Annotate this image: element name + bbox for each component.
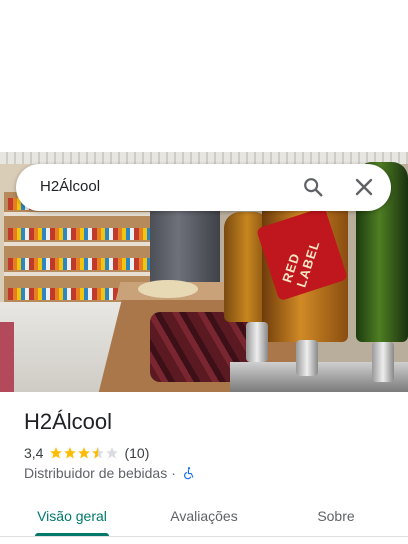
tab-reviews[interactable]: Avaliações (156, 496, 252, 536)
separator-dot: · (171, 465, 176, 481)
search-icon[interactable] (302, 176, 324, 198)
search-query[interactable]: H2Álcool (40, 178, 100, 195)
rating-row[interactable]: 3,4 (10) (24, 445, 149, 461)
tab-bar: Visão geral Avaliações Sobre (0, 496, 408, 544)
category-row: Distribuidor de bebidas · (24, 465, 196, 481)
wheelchair-accessible-icon[interactable] (182, 466, 196, 480)
photo-shelf (4, 212, 154, 216)
blank-top-area (0, 0, 408, 152)
star-half-icon (92, 447, 105, 459)
tab-overview[interactable]: Visão geral (24, 496, 120, 536)
star-icon (50, 447, 63, 459)
close-icon[interactable] (354, 177, 374, 197)
tab-divider (0, 536, 408, 537)
photo-pink-box (0, 322, 14, 392)
rating-stars (49, 446, 119, 460)
photo-ceiling (0, 152, 408, 164)
photo-dispenser-spout (246, 322, 268, 362)
tab-about[interactable]: Sobre (292, 496, 380, 536)
reviews-count[interactable]: (10) (124, 445, 149, 461)
photo-bowl (138, 280, 198, 298)
star-icon (78, 447, 91, 459)
photo-shelf (4, 272, 154, 276)
place-category: Distribuidor de bebidas (24, 465, 168, 481)
photo-shelf (4, 242, 154, 246)
photo-dispenser-spout (372, 342, 394, 382)
place-title: H2Álcool (24, 409, 113, 434)
star-icon (64, 447, 77, 459)
star-empty-icon (106, 447, 119, 459)
search-bar[interactable]: H2Álcool (16, 164, 391, 211)
photo-products (8, 258, 150, 270)
photo-products (8, 228, 150, 240)
rating-value: 3,4 (24, 445, 44, 461)
photo-dispenser-spout (296, 340, 318, 376)
